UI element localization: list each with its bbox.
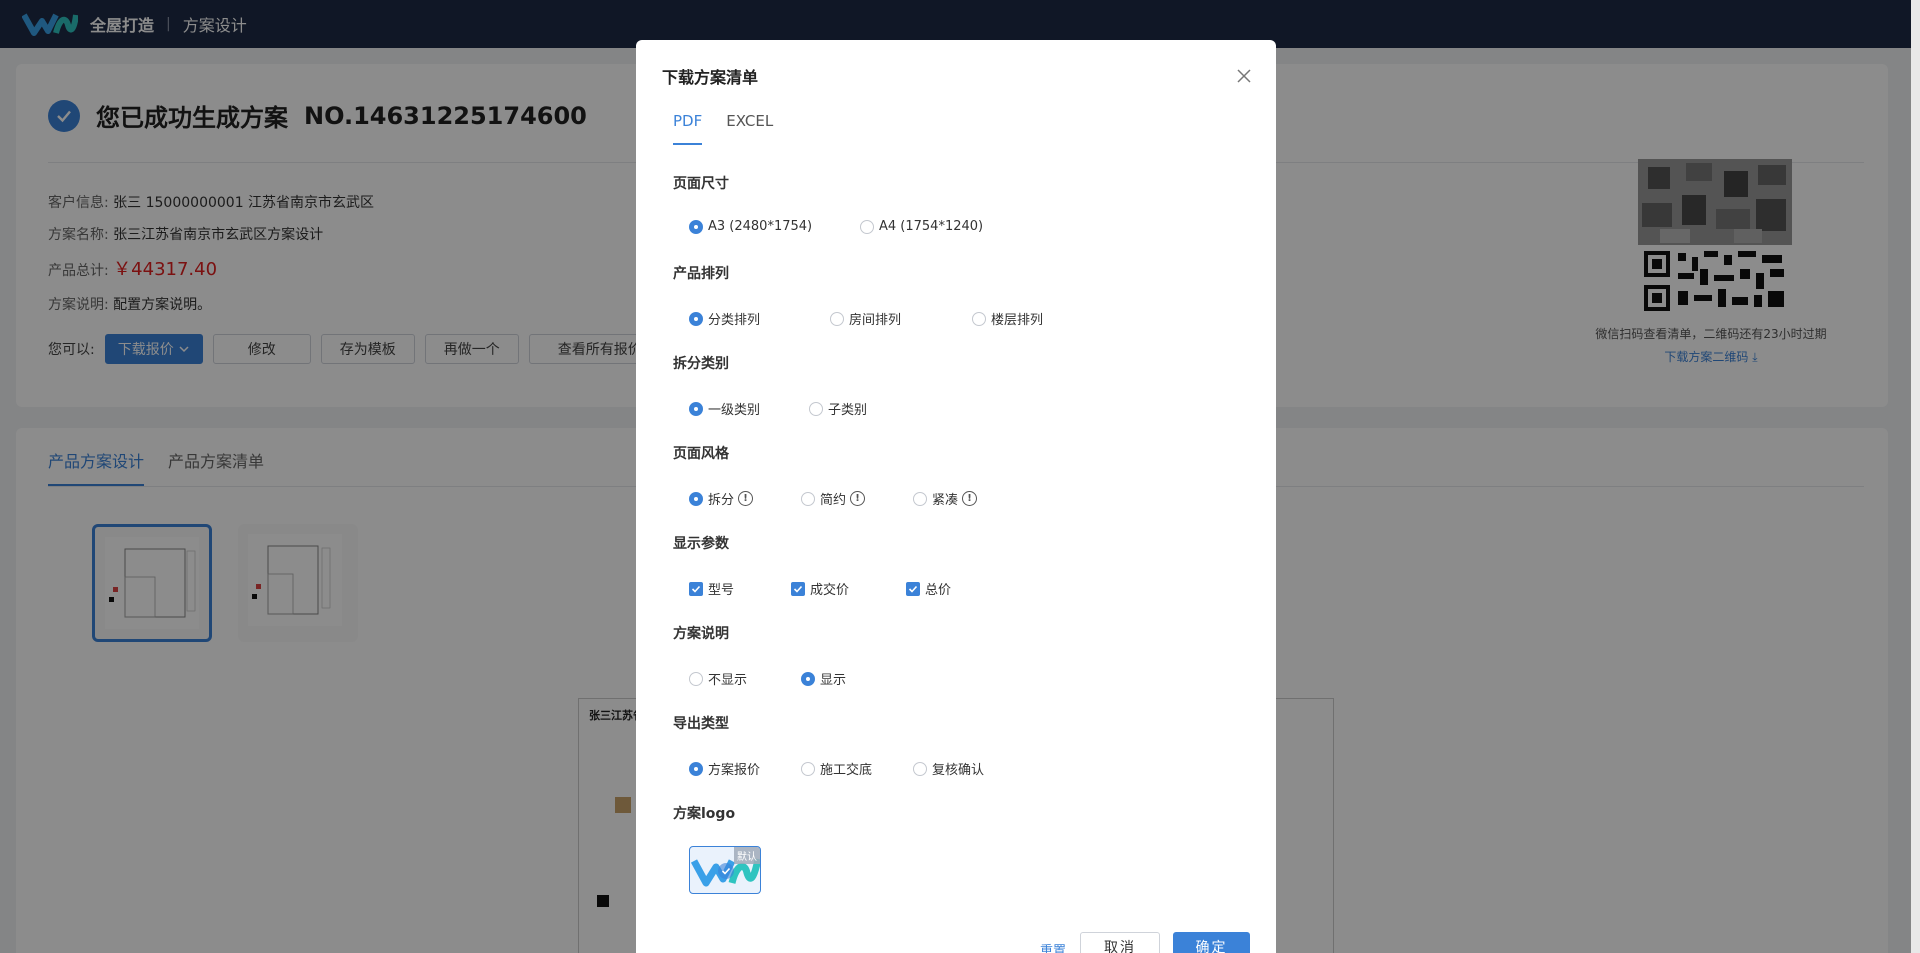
radio-icon	[830, 311, 844, 326]
radio-icon	[972, 311, 986, 326]
option-label: 显示	[820, 673, 847, 688]
option-by-floor[interactable]: 楼层排列	[972, 309, 1043, 328]
option-label: 楼层排列	[991, 313, 1044, 328]
radio-icon	[913, 491, 927, 506]
option-a4[interactable]: A4 (1754*1240)	[860, 219, 983, 234]
option-label: A3 (2480*1754)	[708, 219, 813, 234]
info-icon[interactable]: !	[850, 491, 866, 506]
option-a3[interactable]: A3 (2480*1754)	[689, 219, 860, 234]
dialog-footer: 重置 取消 确定	[636, 932, 1276, 953]
section-title-description: 方案说明	[673, 626, 729, 642]
option-label: 型号	[708, 583, 735, 598]
section-title-export: 导出类型	[673, 716, 729, 732]
option-label: A4 (1754*1240)	[879, 219, 984, 234]
option-label: 简约	[820, 493, 847, 508]
option-label: 方案报价	[708, 763, 761, 778]
option-label: 拆分	[708, 493, 735, 508]
tab-excel[interactable]: EXCEL	[726, 112, 773, 145]
option-compact-style[interactable]: 紧凑!	[913, 489, 978, 508]
dialog-title: 下载方案清单	[662, 68, 759, 87]
option-label: 复核确认	[932, 763, 985, 778]
default-badge: 默认	[734, 847, 760, 864]
option-simple-style[interactable]: 简约!	[801, 489, 913, 508]
split-options: 一级类别 子类别	[689, 399, 867, 418]
option-by-category[interactable]: 分类排列	[689, 309, 830, 328]
radio-icon	[913, 761, 927, 776]
option-label: 一级类别	[708, 403, 761, 418]
radio-icon	[801, 671, 815, 686]
option-label: 施工交底	[820, 763, 873, 778]
close-icon[interactable]	[1234, 66, 1254, 86]
option-label: 房间排列	[849, 313, 902, 328]
option-hide-description[interactable]: 不显示	[689, 669, 801, 688]
checkbox-model[interactable]: 型号	[689, 579, 791, 598]
section-title-logo: 方案logo	[673, 806, 736, 822]
info-icon[interactable]: !	[738, 491, 754, 506]
format-tabs: PDF EXCEL	[673, 112, 797, 145]
option-split-style[interactable]: 拆分!	[689, 489, 801, 508]
arrangement-options: 分类排列 房间排列 楼层排列	[689, 309, 1043, 328]
option-label: 子类别	[828, 403, 868, 418]
export-options: 方案报价 施工交底 复核确认	[689, 759, 984, 778]
option-label: 分类排列	[708, 313, 761, 328]
page-size-options: A3 (2480*1754) A4 (1754*1240)	[689, 219, 983, 234]
checkbox-checked-icon	[906, 581, 920, 596]
checkbox-checked-icon	[791, 581, 805, 596]
radio-icon	[801, 761, 815, 776]
confirm-button[interactable]: 确定	[1173, 932, 1250, 953]
tab-pdf[interactable]: PDF	[673, 112, 703, 145]
description-options: 不显示 显示	[689, 669, 846, 688]
logo-option-default[interactable]: 默认	[689, 846, 761, 894]
section-title-arrangement: 产品排列	[673, 266, 729, 282]
radio-icon	[689, 219, 703, 234]
selected-check-icon	[718, 863, 734, 879]
radio-icon	[809, 401, 823, 416]
checkbox-total-price[interactable]: 总价	[906, 579, 951, 598]
params-options: 型号 成交价 总价	[689, 579, 951, 598]
radio-icon	[689, 401, 703, 416]
option-show-description[interactable]: 显示	[801, 669, 846, 688]
page-scrollbar[interactable]	[1911, 0, 1920, 953]
radio-icon	[689, 671, 703, 686]
option-review[interactable]: 复核确认	[913, 759, 984, 778]
download-list-dialog: 下载方案清单 PDF EXCEL 页面尺寸 A3 (2480*1754) A4 …	[636, 40, 1276, 953]
cancel-button[interactable]: 取消	[1080, 932, 1160, 953]
radio-icon	[860, 219, 874, 234]
reset-link[interactable]: 重置	[1040, 940, 1066, 953]
option-quote[interactable]: 方案报价	[689, 759, 801, 778]
section-title-style: 页面风格	[673, 446, 729, 462]
option-label: 不显示	[708, 673, 748, 688]
section-title-split: 拆分类别	[673, 356, 729, 372]
section-title-params: 显示参数	[673, 536, 729, 552]
option-label: 成交价	[810, 583, 850, 598]
option-level-one[interactable]: 一级类别	[689, 399, 809, 418]
option-construction[interactable]: 施工交底	[801, 759, 913, 778]
radio-icon	[801, 491, 815, 506]
option-label: 紧凑	[932, 493, 959, 508]
option-subcategory[interactable]: 子类别	[809, 399, 867, 418]
radio-icon	[689, 491, 703, 506]
info-icon[interactable]: !	[962, 491, 978, 506]
option-label: 总价	[925, 583, 952, 598]
radio-icon	[689, 311, 703, 326]
radio-icon	[689, 761, 703, 776]
section-title-page-size: 页面尺寸	[673, 176, 729, 192]
checkbox-deal-price[interactable]: 成交价	[791, 579, 906, 598]
style-options: 拆分! 简约! 紧凑!	[689, 489, 978, 508]
option-by-room[interactable]: 房间排列	[830, 309, 972, 328]
checkbox-checked-icon	[689, 581, 703, 596]
